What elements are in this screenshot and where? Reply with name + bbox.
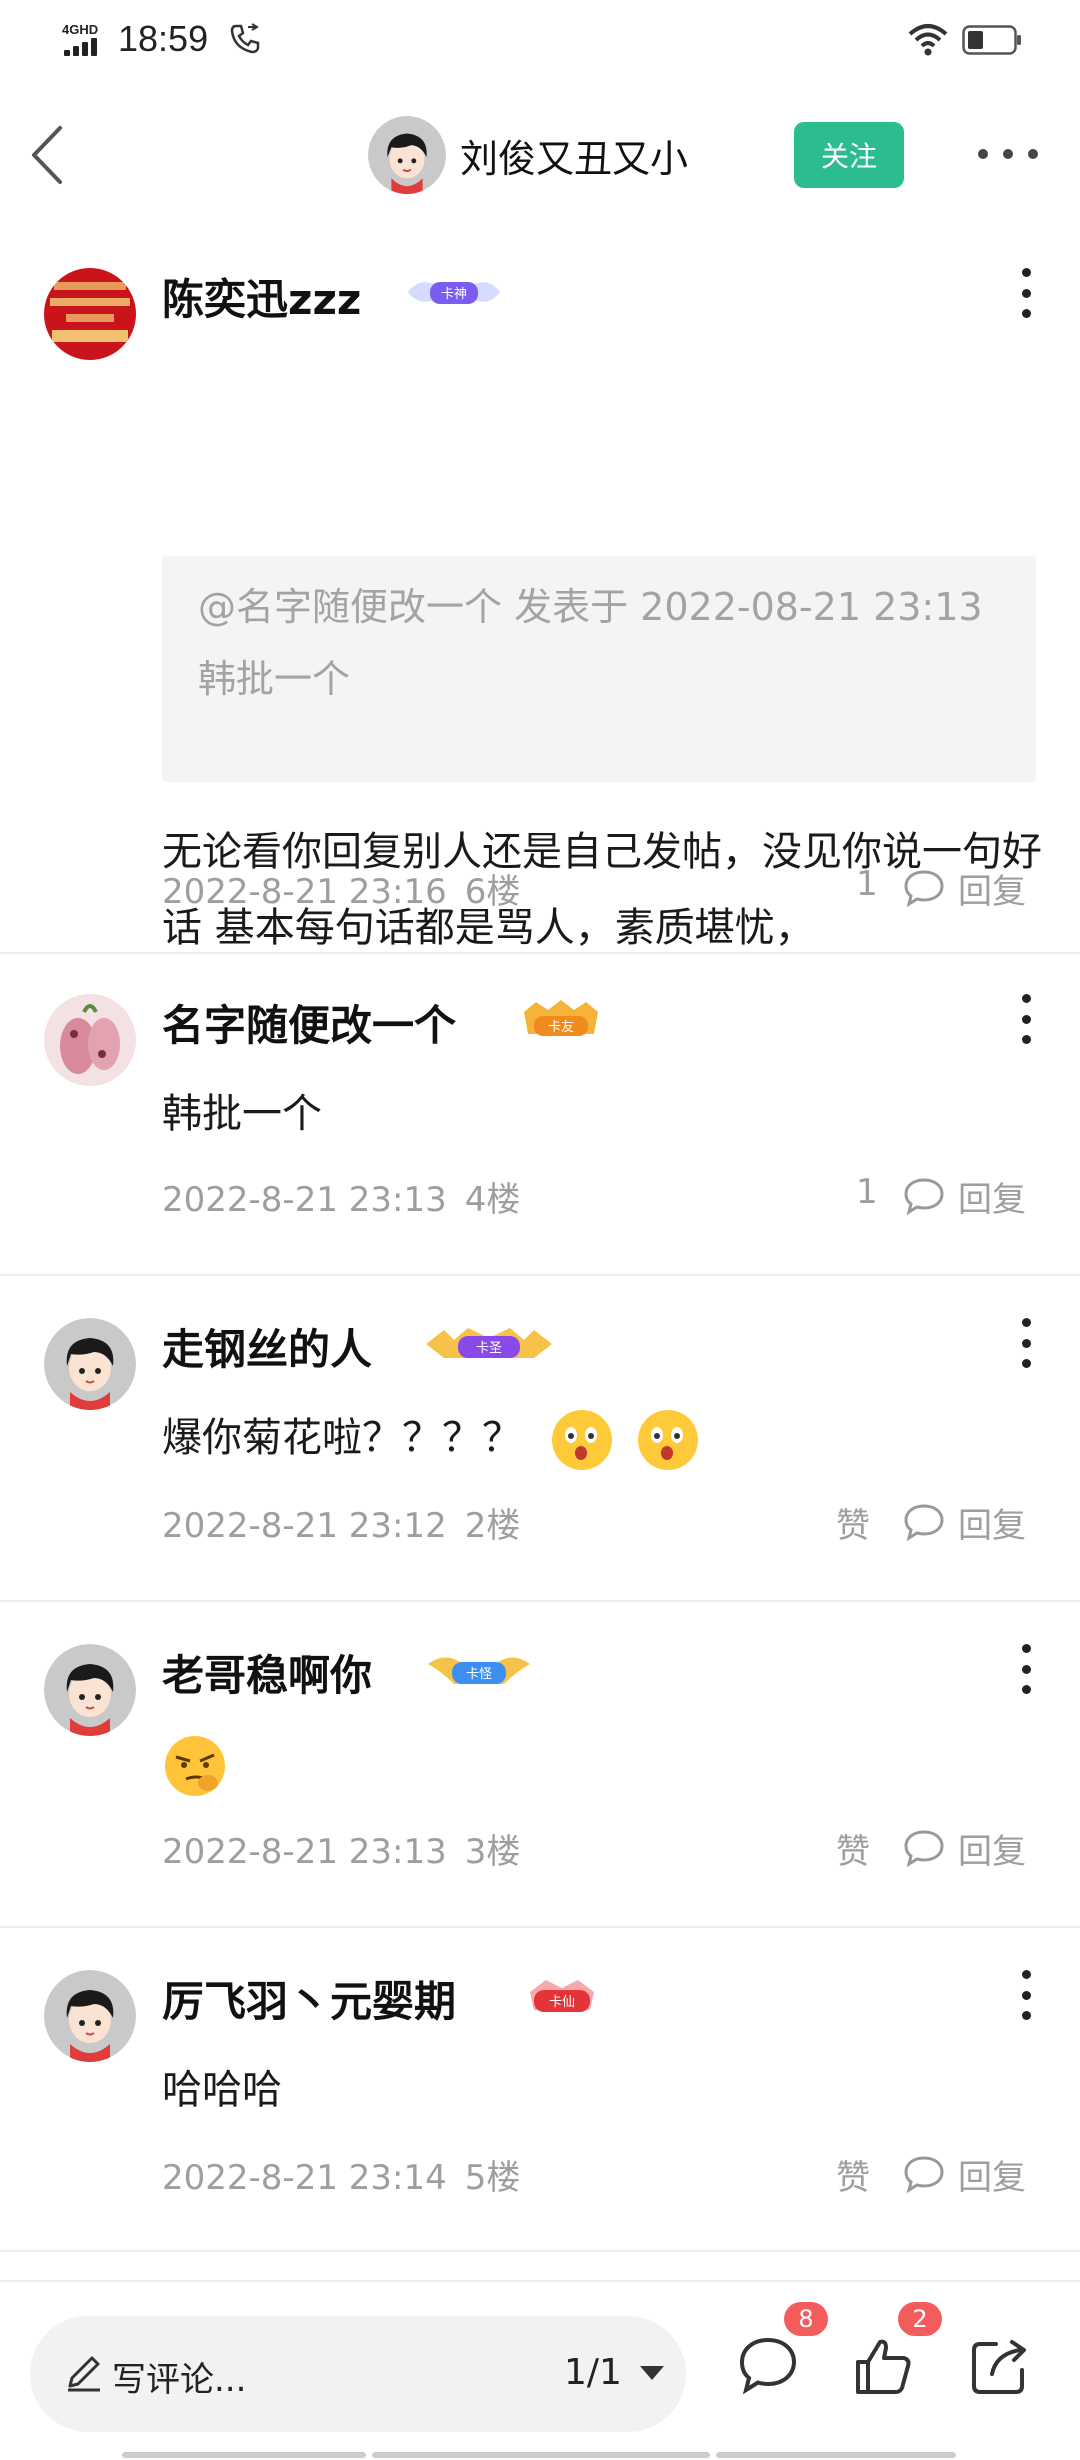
call-icon [230, 23, 260, 54]
smirk-emoji-icon [165, 1736, 225, 1796]
reply-button[interactable]: 回复 [902, 1824, 1042, 1872]
shocked-emoji-icon [638, 1410, 699, 1470]
reply-label: 回复 [958, 1506, 1026, 1546]
comment-item: 厉飞羽丶元婴期 卡仙 哈哈哈 2022-8-21 23:14 5楼 赞 回复 [0, 1928, 1080, 2252]
author-avatar[interactable] [368, 116, 446, 194]
level-badge-icon: 卡仙 [530, 1980, 594, 2012]
nav-handle [372, 2452, 710, 2458]
more-vertical-icon[interactable] [1014, 1318, 1038, 1368]
comment-item: 老哥稳啊你 卡怪 2022-8-21 23:13 3楼 赞 回复 [0, 1602, 1080, 1928]
comment-author[interactable]: 厉飞羽丶元婴期 [162, 1968, 456, 2029]
caret-down-icon[interactable] [640, 2366, 664, 2380]
like-count[interactable]: 赞 [836, 1824, 870, 1873]
comment-text: 韩批一个 [162, 1091, 322, 1137]
badge-label: 卡仙 [549, 1995, 575, 2010]
avatar[interactable] [44, 1318, 136, 1410]
nav-handle [122, 2452, 366, 2458]
speech-bubble-icon [904, 2156, 944, 2194]
page-indicator[interactable]: 1/1 [564, 2352, 622, 2393]
comments-badge: 8 [784, 2302, 828, 2336]
top-app-bar: 刘俊又丑又小 关注 [0, 100, 1080, 210]
thumbs-up-icon[interactable] [852, 2334, 916, 2398]
badge-label: 卡怪 [466, 1667, 492, 1682]
more-horizontal-icon[interactable] [978, 136, 1038, 172]
badge-label: 卡神 [441, 287, 467, 302]
avatar[interactable] [44, 1644, 136, 1736]
comment-text-body: 爆你菊花啦？？？？ [162, 1415, 522, 1461]
avatar[interactable] [44, 1970, 136, 2062]
bottom-bar: 写评论... 1/1 8 2 [0, 2280, 1080, 2460]
speech-bubble-icon [904, 1504, 944, 1542]
floor-number: 6楼 [464, 872, 521, 912]
clock: 18:59 [118, 18, 209, 59]
comment-author[interactable]: 陈奕迅zzz [162, 266, 361, 327]
more-vertical-icon[interactable] [1014, 1970, 1038, 2020]
likes-badge: 2 [898, 2302, 942, 2336]
floor-number: 3楼 [464, 1832, 521, 1872]
network-type: 4GHD [62, 22, 99, 37]
like-count[interactable]: 1 [856, 1172, 878, 1212]
wifi-icon [908, 24, 948, 56]
comment-time: 2022-8-21 23:13 [162, 1832, 447, 1872]
level-badge-icon: 卡神 [408, 282, 500, 304]
like-count[interactable]: 赞 [836, 1498, 870, 1547]
quote-meta: @名字随便改一个 发表于 2022-08-21 23:13 [198, 585, 983, 629]
comment-author[interactable]: 老哥稳啊你 [162, 1642, 372, 1703]
badge-label: 卡圣 [476, 1341, 502, 1356]
reply-button[interactable]: 回复 [902, 2150, 1042, 2198]
comment-item: 走钢丝的人 卡圣 爆你菊花啦？？？？ 2022-8-21 23:12 2楼 赞 回… [0, 1276, 1080, 1602]
battery-icon [962, 25, 1021, 55]
like-count[interactable]: 1 [856, 864, 878, 904]
reply-button[interactable]: 回复 [902, 1172, 1042, 1220]
reply-label: 回复 [958, 1832, 1026, 1872]
level-badge-icon: 卡友 [524, 1000, 598, 1036]
cellular-signal-icon: 4GHD [62, 22, 110, 58]
page-title[interactable]: 刘俊又丑又小 [460, 128, 688, 183]
follow-button[interactable]: 关注 [794, 122, 904, 188]
comment-item: 名字随便改一个 卡友 韩批一个 2022-8-21 23:13 4楼 1 回复 [0, 954, 1080, 1276]
comment-time: 2022-8-21 23:13 [162, 1180, 447, 1220]
floor-number: 5楼 [464, 2158, 521, 2198]
level-badge-icon: 卡圣 [426, 1328, 552, 1358]
share-icon[interactable] [968, 2334, 1032, 2398]
comment-text: 爆你菊花啦？？？？ [162, 1400, 1042, 1476]
comment-placeholder: 写评论... [112, 2360, 247, 2400]
comment-text [162, 1726, 1042, 1802]
comment-time: 2022-8-21 23:12 [162, 1506, 447, 1546]
comment-author[interactable]: 走钢丝的人 [162, 1316, 372, 1377]
speech-bubble-icon [904, 1178, 944, 1216]
comment-time: 2022-8-21 23:16 [162, 872, 447, 912]
comment-footer: 2022-8-21 23:16 6楼 1 回复 [0, 858, 1080, 918]
shocked-emoji-icon [551, 1410, 612, 1470]
reply-label: 回复 [958, 1180, 1026, 1220]
level-badge-icon: 卡怪 [428, 1657, 530, 1684]
quoted-comment[interactable]: @名字随便改一个 发表于 2022-08-21 23:13 韩批一个 [162, 556, 1036, 782]
speech-bubble-icon [904, 870, 944, 908]
nav-handle [716, 2452, 956, 2458]
more-vertical-icon[interactable] [1014, 1644, 1038, 1694]
comment-author[interactable]: 名字随便改一个 [162, 992, 456, 1053]
floor-number: 4楼 [464, 1180, 521, 1220]
comment-input[interactable]: 写评论... 1/1 [30, 2316, 686, 2432]
quote-body: 韩批一个 [198, 657, 351, 701]
comment-item: 陈奕迅zzz 卡神 @名字随便改一个 发表于 2022-08-21 23:13 … [0, 210, 1080, 954]
more-vertical-icon[interactable] [1014, 268, 1038, 318]
reply-label: 回复 [958, 872, 1026, 912]
comment-text: 哈哈哈 [162, 2067, 282, 2113]
reply-button[interactable]: 回复 [902, 1498, 1042, 1546]
pencil-icon [68, 2356, 100, 2392]
avatar[interactable] [44, 268, 136, 360]
comment-time: 2022-8-21 23:14 [162, 2158, 447, 2198]
comment-icon[interactable] [736, 2334, 800, 2398]
reply-label: 回复 [958, 2158, 1026, 2198]
back-button[interactable] [24, 122, 74, 188]
badge-label: 卡友 [548, 1019, 574, 1035]
avatar[interactable] [44, 994, 136, 1086]
reply-button[interactable]: 回复 [902, 864, 1042, 912]
like-count[interactable]: 赞 [836, 2150, 870, 2199]
status-bar: 4GHD 18:59 [0, 0, 1080, 84]
floor-number: 2楼 [464, 1506, 521, 1546]
speech-bubble-icon [904, 1830, 944, 1868]
more-vertical-icon[interactable] [1014, 994, 1038, 1044]
